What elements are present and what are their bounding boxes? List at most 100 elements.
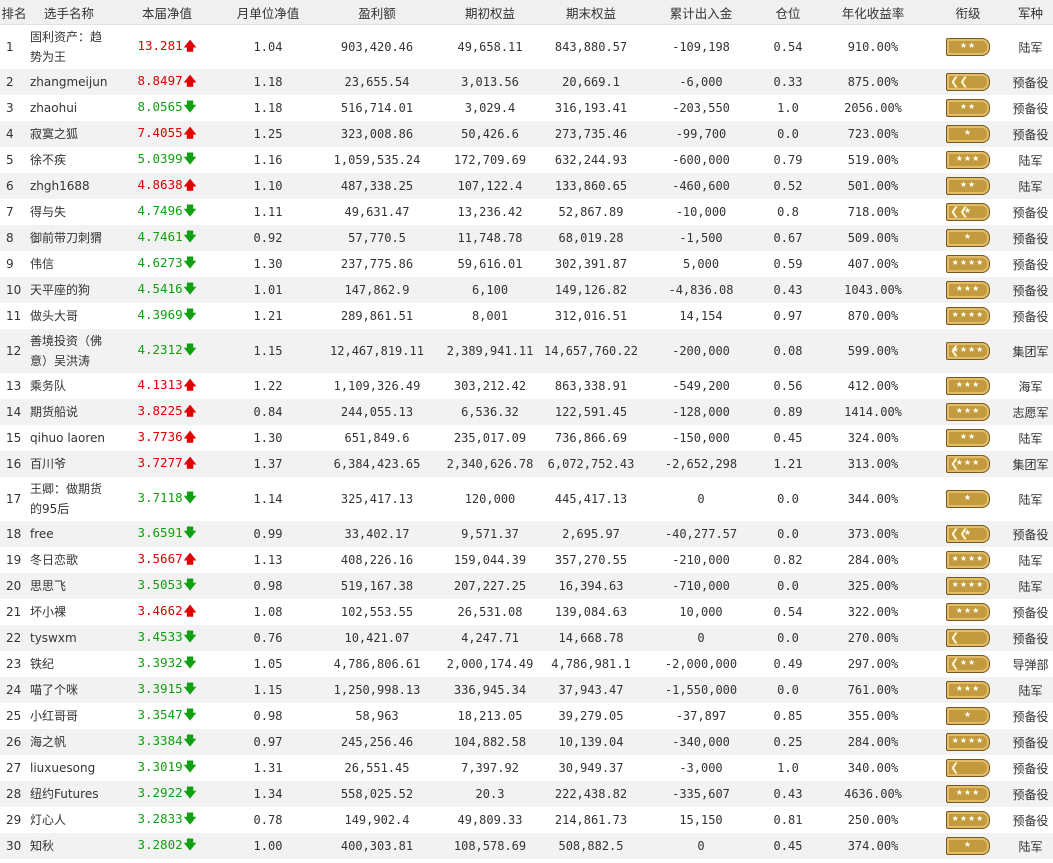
player-name-link[interactable]: qihuo laoren — [28, 425, 110, 451]
header-profit[interactable]: 盈利额 — [312, 0, 442, 25]
annual-return-cell: 761.00% — [818, 677, 928, 703]
rank-cell: 20 — [0, 573, 28, 599]
rank-cell: 5 — [6, 153, 14, 167]
rank-insignia-icon: ★★ — [946, 99, 990, 117]
badge-stars: ★★ — [959, 658, 977, 667]
start-equity-cell: 172,709.69 — [453, 153, 527, 167]
branch-cell: 海军 — [1018, 379, 1043, 394]
start-equity-cell: 26,531.08 — [457, 605, 523, 619]
player-name-link[interactable]: zhangmeijun — [28, 69, 110, 95]
player-name-link[interactable]: 得与失 — [28, 199, 110, 225]
header-branch[interactable]: 军种 — [1008, 0, 1053, 25]
player-name-link[interactable]: zhgh1688 — [28, 173, 110, 199]
annual-return-cell: 284.00% — [847, 553, 899, 567]
annual-return-cell: 910.00% — [847, 40, 899, 54]
monthly-nav-cell: 1.18 — [253, 101, 283, 115]
annual-return-cell: 1043.00% — [818, 277, 928, 303]
rank-insignia-icon: ★ — [946, 707, 990, 725]
profit-cell: 519,167.38 — [312, 573, 442, 599]
net-flow-cell: 14,154 — [679, 309, 723, 323]
table-row: 29 灯心人 3.2833🡇 0.78 149,902.4 49,809.33 214,86… — [0, 807, 1053, 833]
header-annual-return[interactable]: 年化收益率 — [818, 0, 928, 25]
start-equity-cell: 107,122.4 — [442, 173, 538, 199]
player-name-link[interactable]: 乘务队 — [28, 373, 110, 399]
nav-value: 3.6591 — [137, 524, 183, 540]
net-flow-cell: -340,000 — [644, 729, 758, 755]
position-cell: 0.89 — [758, 399, 818, 425]
player-name-link[interactable]: 徐不疾 — [28, 147, 110, 173]
rank-cell: 24 — [0, 677, 28, 703]
header-player-name[interactable]: 选手名称 — [28, 0, 110, 25]
arrow-down-icon: 🡇 — [183, 810, 197, 826]
monthly-nav-cell: 1.04 — [253, 40, 283, 54]
end-equity-cell: 10,139.04 — [538, 729, 644, 755]
profit-cell: 400,303.81 — [312, 833, 442, 859]
player-name-link[interactable]: 喵了个咪 — [28, 677, 110, 703]
header-position[interactable]: 仓位 — [758, 0, 818, 25]
badge-stars: ★★★ — [955, 154, 981, 163]
nav-value: 3.7277 — [137, 454, 183, 470]
end-equity-cell: 37,943.47 — [538, 677, 644, 703]
badge-stars: ★★★ — [955, 458, 981, 467]
header-rank-badge[interactable]: 衔级 — [928, 0, 1008, 25]
player-name-link[interactable]: 期货船说 — [28, 399, 110, 425]
player-name-link[interactable]: 天平座的狗 — [28, 277, 110, 303]
rank-badge-cell: ★★★★ — [928, 547, 1008, 573]
player-name-link[interactable]: 固利资产：趋势为王 — [28, 25, 110, 70]
header-current-nav[interactable]: 本届净值 — [110, 0, 224, 25]
table-header-row: 排名 选手名称 本届净值 月单位净值 盈利额 期初权益 期末权益 累计出入金 仓… — [0, 0, 1053, 25]
net-flow-cell: -2,652,298 — [644, 451, 758, 477]
badge-stars: ★ — [963, 128, 973, 137]
header-rank[interactable]: 排名 — [0, 0, 28, 25]
monthly-nav-cell: 0.99 — [224, 521, 312, 547]
branch-cell: 陆军 — [1008, 833, 1053, 859]
player-name-link[interactable]: 百川爷 — [28, 451, 110, 477]
player-name-link[interactable]: 海之帆 — [28, 729, 110, 755]
arrow-up-icon: 🡅 — [183, 376, 197, 392]
branch-cell: 预备役 — [1012, 205, 1049, 220]
player-name-link[interactable]: 坏小裸 — [28, 599, 110, 625]
nav-value: 3.2922 — [137, 784, 183, 800]
player-name-link[interactable]: zhaohui — [28, 95, 110, 121]
player-name-link[interactable]: 做头大哥 — [28, 303, 110, 329]
player-name-link[interactable]: liuxuesong — [28, 755, 110, 781]
net-flow-cell: 0 — [697, 492, 705, 506]
rank-insignia-icon: ❮❮ ★ — [946, 525, 990, 543]
end-equity-cell: 863,338.91 — [554, 379, 628, 393]
player-name-link[interactable]: 知秋 — [28, 833, 110, 859]
branch-cell: 预备役 — [1012, 309, 1049, 324]
player-name-link[interactable]: 寂寞之狐 — [28, 121, 110, 147]
player-name-link[interactable]: free — [28, 521, 110, 547]
player-name-link[interactable]: 冬日恋歌 — [28, 547, 110, 573]
position-cell: 0.56 — [773, 379, 803, 393]
header-end-equity[interactable]: 期末权益 — [538, 0, 644, 25]
table-row: 8 御前带刀刺猬 4.7461🡇 0.92 57,770.5 11,748.78 68,01… — [0, 225, 1053, 251]
header-net-flow[interactable]: 累计出入金 — [644, 0, 758, 25]
player-name-link[interactable]: 铁纪 — [28, 651, 110, 677]
branch-cell: 陆军 — [1008, 573, 1053, 599]
net-flow-cell: -99,700 — [644, 121, 758, 147]
player-name-link[interactable]: 纽约Futures — [28, 781, 110, 807]
profit-cell: 289,861.51 — [340, 309, 414, 323]
net-flow-cell: -150,000 — [672, 431, 730, 445]
start-equity-cell: 3,029.4 — [464, 101, 516, 115]
rank-badge-cell: ❮ ★★★ — [928, 451, 1008, 477]
monthly-nav-cell: 1.30 — [253, 431, 283, 445]
net-flow-cell: -1,500 — [644, 225, 758, 251]
player-name-link[interactable]: 善境投资（佛意）吴洪涛 — [28, 329, 110, 373]
end-equity-cell: 632,244.93 — [554, 153, 628, 167]
rank-cell: 21 — [6, 605, 22, 619]
branch-cell: 预备役 — [1008, 625, 1053, 651]
player-name-link[interactable]: 伟信 — [28, 251, 110, 277]
player-name-link[interactable]: 御前带刀刺猬 — [28, 225, 110, 251]
player-name-link[interactable]: 小红哥哥 — [28, 703, 110, 729]
branch-cell: 陆军 — [1018, 153, 1043, 168]
player-name-link[interactable]: 思思飞 — [28, 573, 110, 599]
current-nav-cell: 3.6591🡇 — [110, 521, 224, 547]
player-name-link[interactable]: 灯心人 — [28, 807, 110, 833]
header-start-equity[interactable]: 期初权益 — [442, 0, 538, 25]
player-name-link[interactable]: 王卿：做期货的95后 — [28, 477, 110, 521]
player-name-link[interactable]: tyswxm — [28, 625, 110, 651]
rank-insignia-icon: ★ — [946, 229, 990, 247]
header-monthly-nav[interactable]: 月单位净值 — [224, 0, 312, 25]
